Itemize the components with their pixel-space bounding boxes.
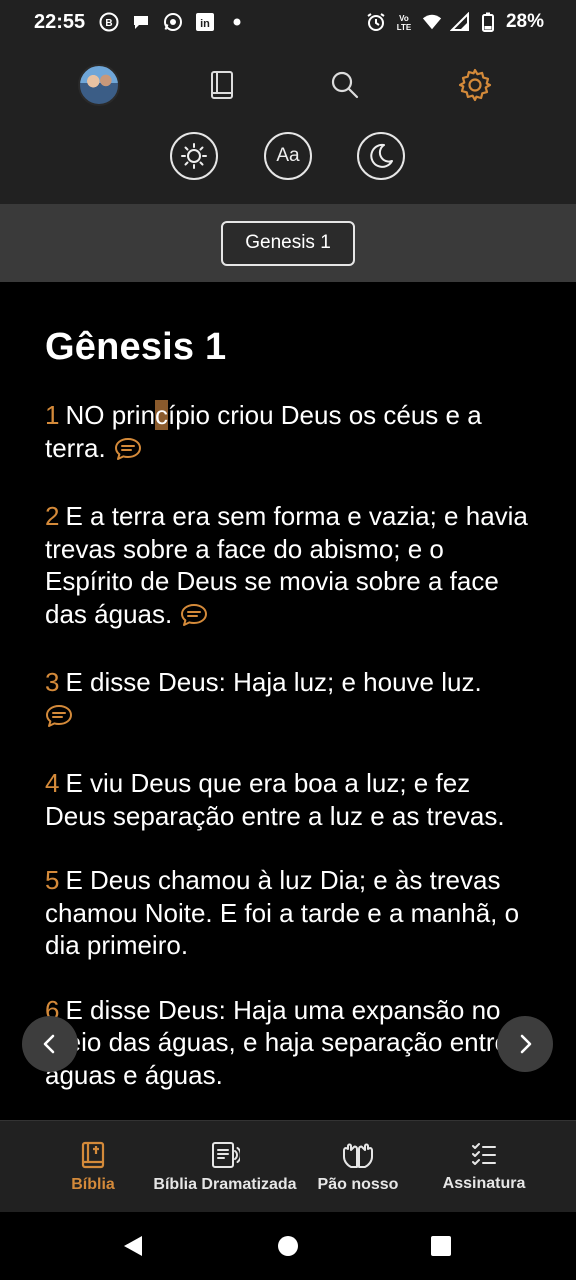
dark-theme-button[interactable] — [357, 132, 405, 180]
verse[interactable]: 6E disse Deus: Haja uma expansão no meio… — [45, 994, 531, 1092]
wifi-icon — [422, 12, 442, 32]
verse-number: 4 — [45, 768, 60, 798]
font-size-label: Aa — [276, 145, 300, 166]
bible-icon — [81, 1141, 105, 1169]
back-icon[interactable] — [121, 1234, 145, 1258]
chapter-bar: Genesis 1 — [0, 204, 576, 282]
verse-number: 5 — [45, 865, 60, 895]
home-icon[interactable] — [276, 1234, 300, 1258]
dot-icon — [227, 12, 247, 32]
verse-number: 3 — [45, 667, 60, 697]
tab-label: Pão nosso — [317, 1176, 399, 1193]
light-theme-button[interactable] — [170, 132, 218, 180]
avatar[interactable] — [78, 64, 120, 106]
b-icon: B — [99, 12, 119, 32]
tab-biblia[interactable]: Bíblia — [54, 1121, 132, 1213]
linkedin-icon: in — [195, 12, 215, 32]
tab-assinatura[interactable]: Assinatura — [436, 1121, 532, 1213]
previous-chapter-button[interactable] — [22, 1016, 78, 1072]
audio-book-icon — [212, 1142, 240, 1168]
verse-text: NO prin — [65, 400, 156, 430]
moon-icon — [370, 143, 393, 168]
battery-icon — [478, 12, 498, 32]
system-navigation-bar — [0, 1212, 576, 1280]
reader-content[interactable]: Gênesis 1 1 NO princípio criou Deus os cé… — [0, 282, 576, 1120]
chevron-left-icon — [43, 1034, 55, 1054]
checklist-icon — [472, 1143, 496, 1165]
comment-icon[interactable] — [45, 703, 73, 736]
alarm-icon — [366, 12, 386, 32]
sun-icon — [181, 143, 207, 169]
chapter-selector-label: Genesis 1 — [245, 232, 331, 253]
recents-icon[interactable] — [429, 1234, 453, 1258]
text-cursor: c — [155, 400, 169, 430]
svg-text:Vo: Vo — [399, 14, 409, 23]
verse-text: E disse Deus: Haja uma expansão no meio … — [45, 994, 509, 1090]
bottom-tab-bar: Bíblia Bíblia Dramatizada Pão nosso Assi… — [0, 1120, 576, 1212]
verse-text: E disse Deus: Haja luz; e houve luz. — [65, 667, 482, 697]
verse-text: E Deus chamou à luz Dia; e às trevas cha… — [45, 865, 520, 960]
volte-icon: Vo LTE — [394, 12, 414, 32]
battery-percent: 28% — [505, 11, 544, 32]
verse-text: E viu Deus que era boa a luz; e fez Deus… — [45, 768, 505, 831]
svg-text:B: B — [106, 18, 113, 29]
praying-hands-icon — [343, 1143, 373, 1168]
status-bar: 22:55 B in Vo LTE 28% — [0, 0, 576, 44]
font-size-button[interactable]: Aa — [264, 132, 312, 180]
settings-icon[interactable] — [452, 62, 498, 108]
chat-icon — [131, 12, 151, 32]
comment-icon[interactable] — [180, 602, 208, 635]
status-time: 22:55 — [34, 10, 86, 33]
verse-text: E a terra era sem forma e vazia; e havia… — [45, 501, 528, 629]
verse-number: 1 — [45, 400, 60, 430]
tab-label: Bíblia — [71, 1176, 115, 1193]
verse-number: 2 — [45, 501, 60, 531]
svg-text:LTE: LTE — [397, 23, 412, 32]
verse[interactable]: 1 NO princípio criou Deus os céus e a ter… — [45, 399, 531, 468]
next-chapter-button[interactable] — [497, 1016, 553, 1072]
book-icon[interactable] — [199, 62, 245, 108]
verse[interactable]: 2E a terra era sem forma e vazia; e havi… — [45, 500, 531, 634]
svg-text:in: in — [200, 18, 210, 30]
tab-label: Assinatura — [442, 1175, 526, 1192]
chapter-title: Gênesis 1 — [45, 326, 227, 368]
chapter-selector-button[interactable]: Genesis 1 — [221, 220, 355, 266]
tab-label: Bíblia Dramatizada — [153, 1176, 297, 1193]
top-toolbar: Aa — [0, 44, 576, 204]
verse[interactable]: 4E viu Deus que era boa a luz; e fez Deu… — [45, 767, 531, 832]
chevron-right-icon — [520, 1034, 532, 1054]
verse[interactable]: 5E Deus chamou à luz Dia; e às trevas ch… — [45, 864, 531, 962]
tab-biblia-dramatizada[interactable]: Bíblia Dramatizada — [152, 1121, 298, 1213]
whatsapp-icon — [163, 12, 183, 32]
signal-icon — [449, 12, 470, 32]
verse[interactable]: 3E disse Deus: Haja luz; e houve luz. — [45, 666, 531, 735]
search-icon[interactable] — [322, 62, 368, 108]
tab-pao-nosso[interactable]: Pão nosso — [312, 1121, 404, 1213]
comment-icon[interactable] — [114, 436, 142, 469]
